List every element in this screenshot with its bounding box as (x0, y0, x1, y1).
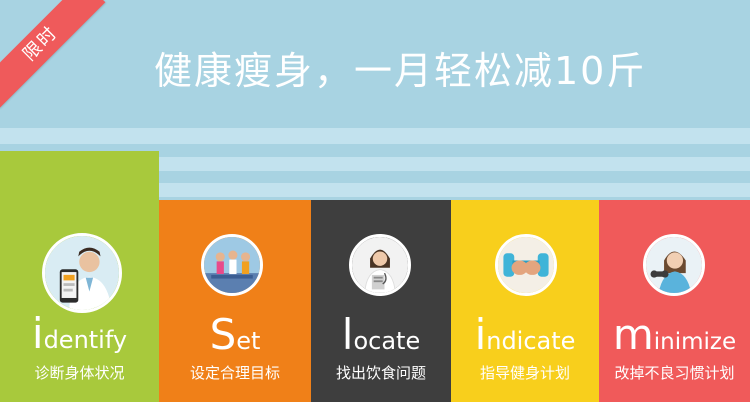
limited-time-ribbon: 限时 (0, 0, 110, 110)
keyword-initial: m (612, 310, 654, 359)
step-card-indicate[interactable]: indicate 指导健身计划 (451, 200, 599, 402)
ribbon-label: 限时 (0, 0, 106, 109)
headline: 健康瘦身，一月轻松减10斤 (154, 49, 647, 93)
female-doctor-clipboard-photo (349, 234, 411, 296)
step-keyword: indicate (451, 314, 599, 356)
background-stripe (0, 128, 750, 144)
keyword-initial: i (474, 310, 487, 359)
keyword-rest: inimize (653, 329, 737, 355)
step-keyword: identify (0, 313, 159, 355)
keyword-initial: l (341, 310, 354, 359)
keyword-initial: S (209, 310, 237, 359)
step-card-minimize[interactable]: minimize 改掉不良习惯计划 (599, 200, 750, 402)
woman-dumbbell-photo (643, 234, 705, 296)
step-card-identify[interactable]: identify 诊断身体状况 (0, 151, 159, 402)
keyword-rest: ndicate (486, 327, 576, 355)
step-keyword: locate (311, 314, 451, 356)
keyword-rest: ocate (353, 327, 421, 355)
step-subtitle: 指导健身计划 (479, 364, 570, 382)
step-keyword: Set (159, 314, 311, 356)
fitness-class-photo (201, 234, 263, 296)
step-card-set[interactable]: Set 设定合理目标 (159, 200, 311, 402)
dumbbell-fists-photo (495, 234, 557, 296)
step-card-locate[interactable]: locate 找出饮食问题 (311, 200, 451, 402)
step-subtitle: 诊断身体状况 (34, 364, 125, 382)
doctor-holding-phone-photo (42, 233, 122, 313)
active-step-pointer (150, 282, 159, 300)
keyword-rest: et (236, 327, 261, 355)
step-keyword: minimize (599, 314, 750, 356)
keyword-initial: i (31, 309, 44, 358)
keyword-rest: dentify (43, 326, 128, 354)
step-subtitle: 找出饮食问题 (335, 364, 426, 382)
step-subtitle: 设定合理目标 (189, 364, 280, 382)
step-subtitle: 改掉不良习惯计划 (614, 364, 735, 382)
promo-banner: 限时 健康瘦身，一月轻松减10斤 identify 诊断身体状况 Set 设定合… (0, 0, 750, 402)
